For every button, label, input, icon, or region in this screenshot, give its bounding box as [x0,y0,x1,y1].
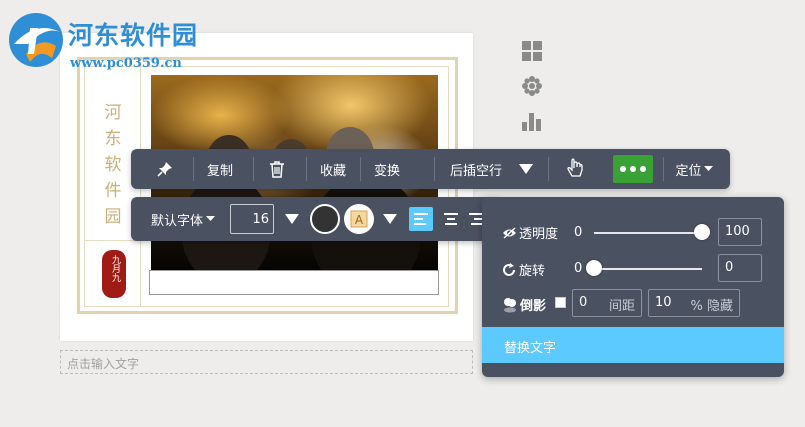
caret-down-icon [206,216,215,221]
align-left-icon[interactable] [409,207,433,231]
collect-button[interactable]: 收藏 [314,157,352,181]
rotate-slider-track[interactable] [594,268,702,270]
red-seal-stamp: 九月九 [102,250,126,298]
grid-icon[interactable] [521,40,543,62]
text-background-icon[interactable]: A [344,204,374,234]
element-toolbar: 复制 收藏 变换 后插空行 定位 [131,149,730,189]
text-bg-dropdown-icon[interactable] [381,207,399,231]
side-char: 软 [104,155,122,175]
shadow-hide-suffix: % 隐藏 [690,299,734,314]
frame-divider-horizontal [84,240,140,241]
eye-slash-icon [503,226,516,239]
position-dropdown[interactable]: 定位 [672,157,716,181]
toolbar-separator [434,157,435,181]
hand-pointer-icon[interactable] [563,155,587,183]
insert-blank-line-button[interactable]: 后插空行 [444,157,508,181]
shadow-label: 倒影 [520,299,547,314]
rotate-input-value: 0 [725,260,734,275]
pin-icon[interactable] [153,157,177,181]
shadow-checkbox[interactable] [555,297,566,308]
rotate-slider-knob[interactable] [586,260,602,276]
trash-icon[interactable] [265,157,289,181]
align-center-icon[interactable] [439,207,463,231]
rotate-label: 旋转 [519,264,546,279]
shadow-spacing-value: 0 [579,295,588,310]
side-char: 河 [104,103,122,123]
opacity-input[interactable]: 100 [718,218,762,246]
asterisk-icon[interactable] [521,75,543,97]
font-size-input[interactable]: 16 [230,204,274,234]
shadow-spacing-input[interactable]: 0 间距 [572,289,642,317]
toolbar-separator [253,157,254,181]
toolbar-separator [663,157,664,181]
shadow-hide-input[interactable]: 10 % 隐藏 [648,289,740,317]
watermark-logo-icon [9,13,63,67]
caption-box[interactable] [149,270,439,295]
watermark-title: 河东软件园 [68,21,199,50]
opacity-slider-knob[interactable] [694,224,710,240]
opacity-min: 0 [574,225,583,240]
rotate-icon [503,262,515,276]
caret-down-icon [703,166,713,171]
opacity-slider-track[interactable] [594,232,702,234]
rotate-min: 0 [574,261,583,276]
opacity-row-label: 透明度 [502,223,558,242]
copy-button[interactable]: 复制 [201,157,239,181]
triangle-down-icon[interactable] [517,157,535,181]
side-char: 东 [104,129,122,149]
transform-button[interactable]: 变换 [368,157,406,181]
rotate-input[interactable]: 0 [718,254,762,282]
opacity-input-value: 100 [725,224,750,239]
rotate-row-label: 旋转 [502,260,545,279]
replace-text-button[interactable]: 替换文字 [482,327,784,363]
reflection-icon [504,297,516,312]
shadow-row-label: 倒影 [502,295,546,314]
seal-text: 九月九 [110,255,120,282]
watermark: 河东软件园 www.pc0359.cn [4,8,224,71]
watermark-url: www.pc0359.cn [70,56,182,71]
toolbar-separator [306,157,307,181]
font-size-dropdown-icon[interactable] [283,207,301,231]
text-input-area[interactable]: 点击输入文字 [60,350,473,374]
format-toolbar: 默认字体 16 A [131,197,501,241]
text-color-swatch[interactable] [310,204,340,234]
shadow-spacing-suffix: 间距 [608,299,635,314]
side-char: 园 [104,207,122,227]
font-family-label: 默认字体 [150,213,203,229]
vertical-side-text[interactable]: 河 东 软 件 园 [98,100,128,230]
svg-text:A: A [355,213,364,227]
font-size-value: 16 [252,211,269,227]
more-dots-icon[interactable] [613,155,653,183]
toolbar-separator [360,157,361,181]
bar-chart-icon[interactable] [521,110,543,132]
font-family-dropdown[interactable]: 默认字体 [145,207,221,231]
side-char: 件 [104,181,122,201]
toolbar-separator [193,157,194,181]
shadow-hide-value: 10 [655,295,672,310]
position-label: 定位 [675,163,702,179]
opacity-label: 透明度 [519,227,559,242]
side-icon-column [521,40,545,145]
toolbar-separator [548,157,549,181]
align-right-icon[interactable] [469,207,483,231]
